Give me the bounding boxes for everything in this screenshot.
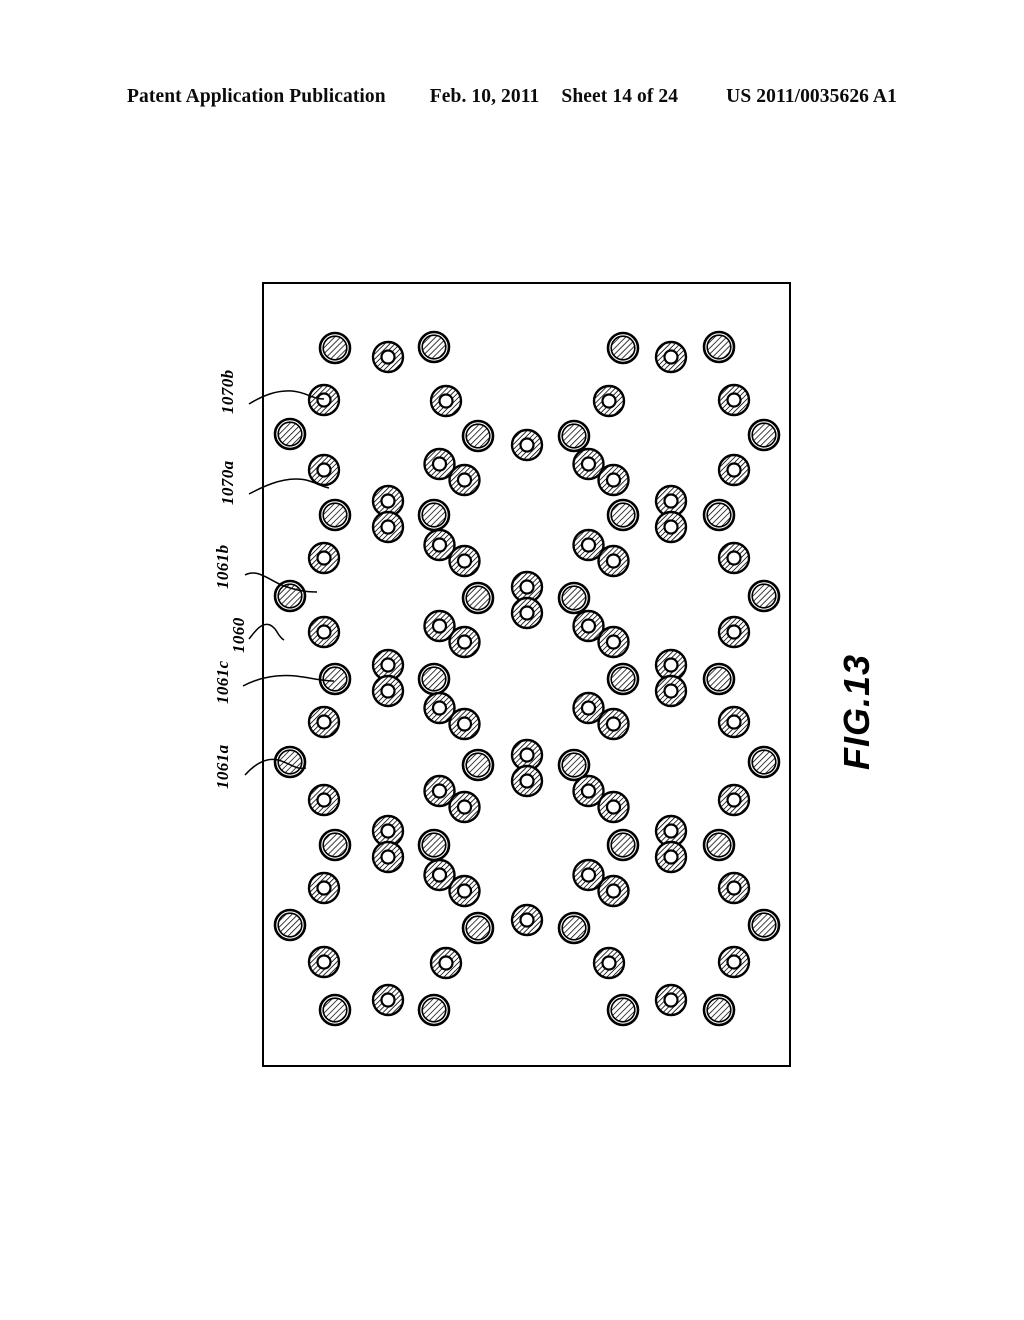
figure-element-solid-hatched-disc [273, 417, 307, 451]
figure-element-annular-ring [717, 945, 751, 979]
figure-element-annular-ring [429, 384, 463, 418]
figure-element-annular-ring [717, 453, 751, 487]
figure-element-annular-ring [654, 340, 688, 374]
figure-element-solid-hatched-disc [606, 993, 640, 1027]
figure-caption: FIG.13 [836, 653, 877, 770]
figure-element-solid-hatched-disc [747, 908, 781, 942]
figure-element-annular-ring [429, 946, 463, 980]
figure-element-solid-hatched-disc [461, 419, 495, 453]
figure-element-annular-ring [307, 383, 341, 417]
figure-element-solid-hatched-disc [557, 911, 591, 945]
figure-element-solid-hatched-disc [461, 748, 495, 782]
figure-13-drawing: 1070b 1070a 1061b 1060 1061c 1061a FIG.13 [0, 0, 1024, 1320]
figure-element-solid-hatched-disc [606, 828, 640, 862]
figure-element-solid-hatched-disc [461, 911, 495, 945]
figure-element-annular-ring [307, 705, 341, 739]
figure-element-annular-ring [307, 615, 341, 649]
patent-figure-page: Patent Application Publication Feb. 10, … [0, 0, 1024, 1320]
figure-element-solid-hatched-disc [273, 745, 307, 779]
figure-element-annular-ring [654, 983, 688, 1017]
figure-element-annular-ring [307, 945, 341, 979]
figure-element-annular-ring [307, 871, 341, 905]
reference-numeral-1070b: 1070b [218, 369, 237, 415]
reference-numeral-1061a: 1061a [213, 744, 232, 790]
figure-element-annular-ring [592, 384, 626, 418]
figure-element-annular-ring [717, 615, 751, 649]
figure-element-solid-hatched-disc [606, 662, 640, 696]
figure-element-annular-ring [371, 983, 405, 1017]
figure-element-annular-ring [371, 340, 405, 374]
figure-element-solid-hatched-disc [747, 579, 781, 613]
figure-element-annular-ring [592, 946, 626, 980]
figure-element-annular-ring [717, 541, 751, 575]
figure-element-solid-hatched-disc [417, 662, 451, 696]
figure-element-solid-hatched-disc [702, 662, 736, 696]
figure-element-annular-ring [307, 783, 341, 817]
figure-element-solid-hatched-disc [702, 993, 736, 1027]
figure-element-solid-hatched-disc [747, 418, 781, 452]
figure-element-solid-hatched-disc [318, 498, 352, 532]
figure-element-solid-hatched-disc [557, 419, 591, 453]
figure-element-solid-hatched-disc [318, 993, 352, 1027]
figure-element-solid-hatched-disc [461, 581, 495, 615]
figure-element-annular-ring [510, 428, 544, 462]
figure-element-solid-hatched-disc [318, 828, 352, 862]
figure-element-solid-hatched-disc [747, 745, 781, 779]
figure-element-solid-hatched-disc [606, 331, 640, 365]
reference-numeral-1061b: 1061b [213, 544, 232, 590]
figure-element-annular-ring [717, 383, 751, 417]
figure-element-solid-hatched-disc [417, 828, 451, 862]
figure-element-solid-hatched-disc [417, 498, 451, 532]
reference-numeral-1060: 1060 [229, 617, 248, 653]
figure-element-solid-hatched-disc [702, 330, 736, 364]
figure-element-solid-hatched-disc [606, 498, 640, 532]
figure-element-annular-ring [717, 871, 751, 905]
figure-element-solid-hatched-disc [273, 579, 307, 613]
figure-element-annular-ring [510, 903, 544, 937]
figure-element-solid-hatched-disc [702, 828, 736, 862]
figure-element-solid-hatched-disc [318, 331, 352, 365]
figure-element-solid-hatched-disc [702, 498, 736, 532]
figure-element-annular-ring [307, 453, 341, 487]
figure-element-annular-ring [307, 541, 341, 575]
figure-element-solid-hatched-disc [557, 581, 591, 615]
reference-numeral-1070a: 1070a [218, 460, 237, 506]
reference-numeral-1061c: 1061c [213, 660, 232, 704]
figure-element-solid-hatched-disc [417, 993, 451, 1027]
figure-element-solid-hatched-disc [417, 330, 451, 364]
figure-element-solid-hatched-disc [273, 908, 307, 942]
figure-element-annular-ring [717, 783, 751, 817]
figure-element-annular-ring [717, 705, 751, 739]
figure-element-solid-hatched-disc [318, 662, 352, 696]
